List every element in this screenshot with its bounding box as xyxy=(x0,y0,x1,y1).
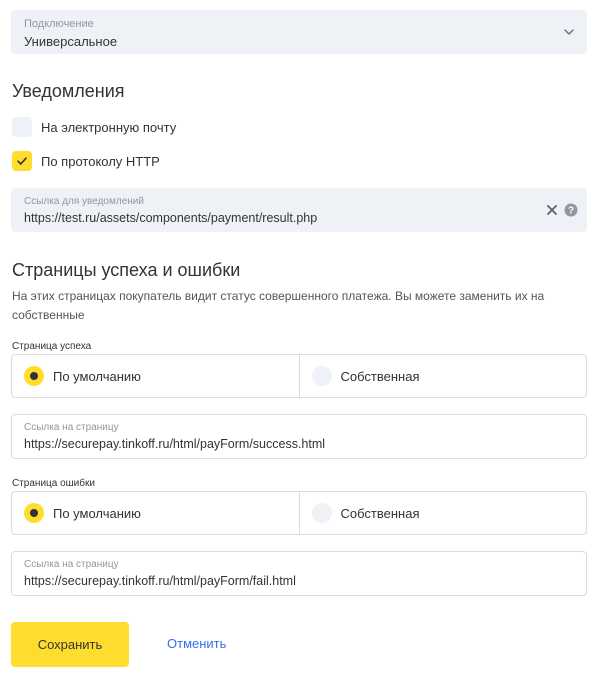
success-radio-default[interactable]: По умолчанию xyxy=(12,355,299,397)
help-icon[interactable]: ? xyxy=(564,203,578,217)
error-radio-default[interactable]: По умолчанию xyxy=(12,492,299,534)
radio-unselected[interactable] xyxy=(311,503,332,523)
radio-selected[interactable] xyxy=(24,503,44,523)
svg-text:?: ? xyxy=(568,206,574,217)
error-link-field[interactable]: Ссылка на страницу https://securepay.tin… xyxy=(11,551,587,596)
checkmark-icon xyxy=(17,157,27,165)
cancel-button[interactable]: Отменить xyxy=(167,636,226,651)
email-checkbox[interactable] xyxy=(12,117,32,137)
connection-value: Универсальное xyxy=(24,34,118,49)
error-page-label: Страница ошибки xyxy=(12,478,95,489)
http-checkbox[interactable] xyxy=(12,151,32,171)
success-radio-custom-label: Собственная xyxy=(340,368,420,384)
http-checkbox-label: По протоколу HTTP xyxy=(41,153,160,169)
email-checkbox-row[interactable]: На электронную почту xyxy=(12,117,176,137)
notification-url-label: Ссылка для уведомлений xyxy=(24,196,144,207)
error-radio-custom-label: Собственная xyxy=(340,505,420,521)
error-radio-custom[interactable]: Собственная xyxy=(298,492,587,534)
error-link-value: https://securepay.tinkoff.ru/html/payFor… xyxy=(24,574,296,588)
chevron-down-icon[interactable] xyxy=(562,25,576,39)
radio-selected[interactable] xyxy=(24,366,44,386)
radio-unselected[interactable] xyxy=(311,366,332,386)
error-page-radio-group: По умолчанию Собственная xyxy=(11,491,587,535)
notifications-title: Уведомления xyxy=(12,81,125,101)
success-page-radio-group: По умолчанию Собственная xyxy=(11,354,587,398)
success-radio-default-label: По умолчанию xyxy=(53,368,141,384)
pages-title: Страницы успеха и ошибки xyxy=(12,260,241,280)
connection-select[interactable]: Подключение Универсальное xyxy=(11,10,587,54)
success-page-label: Страница успеха xyxy=(12,341,92,352)
connection-label: Подключение xyxy=(24,18,94,30)
http-checkbox-row[interactable]: По протоколу HTTP xyxy=(12,151,160,171)
success-radio-custom[interactable]: Собственная xyxy=(298,355,587,397)
pages-description: На этих страницах покупатель видит стату… xyxy=(12,289,545,322)
notification-url-field[interactable]: Ссылка для уведомлений https://test.ru/a… xyxy=(11,188,587,232)
success-link-field[interactable]: Ссылка на страницу https://securepay.tin… xyxy=(11,414,587,459)
success-link-label: Ссылка на страницу xyxy=(24,422,119,433)
save-button[interactable]: Сохранить xyxy=(11,622,129,667)
clear-icon[interactable] xyxy=(547,205,557,215)
email-checkbox-label: На электронную почту xyxy=(41,119,177,135)
error-radio-default-label: По умолчанию xyxy=(53,505,141,521)
success-link-value: https://securepay.tinkoff.ru/html/payFor… xyxy=(24,437,326,451)
notification-url-value: https://test.ru/assets/components/paymen… xyxy=(24,211,318,225)
error-link-label: Ссылка на страницу xyxy=(24,559,119,570)
